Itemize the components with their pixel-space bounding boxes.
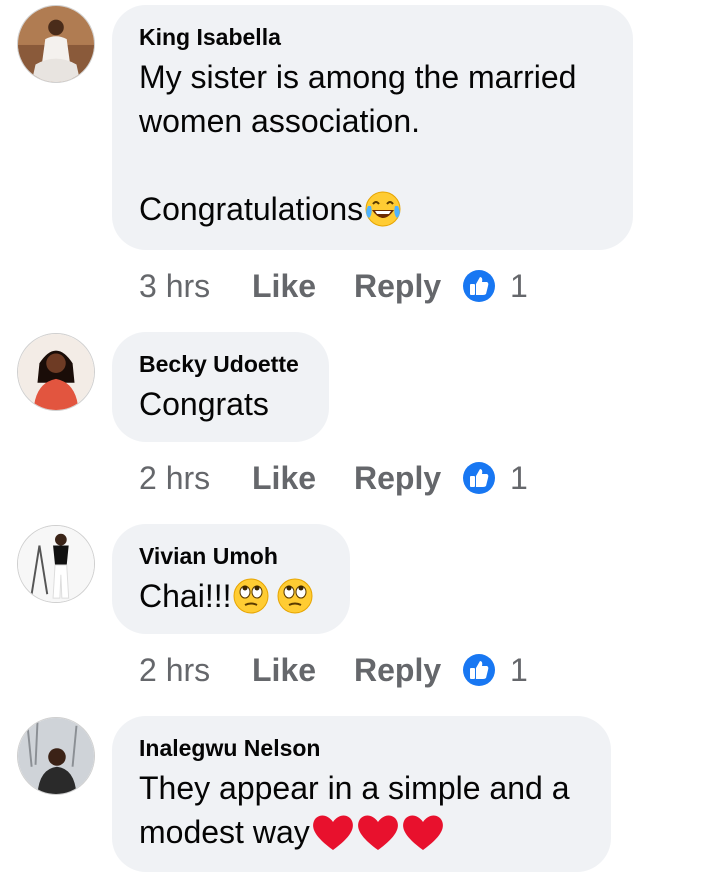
comment-bubble: Becky Udoette Congrats (112, 332, 329, 442)
comment-text: They appear in a simple and a modest way (139, 770, 570, 852)
timestamp[interactable]: 2 hrs (139, 652, 252, 689)
avatar-photo-icon (18, 334, 94, 410)
timestamp[interactable]: 3 hrs (139, 268, 252, 305)
comment-actions: 3 hrs Like Reply 1 (139, 266, 528, 306)
reaction-count: 1 (510, 459, 528, 496)
comment-bubble: Vivian Umoh Chai!!! (112, 524, 350, 634)
red-heart-emoji (401, 812, 445, 852)
thumbs-up-icon[interactable] (462, 653, 496, 687)
thumbs-up-icon[interactable] (462, 269, 496, 303)
thumbs-up-icon[interactable] (462, 461, 496, 495)
avatar-photo-icon (18, 718, 94, 794)
reply-button[interactable]: Reply (354, 268, 462, 305)
comment-author[interactable]: King Isabella (139, 23, 605, 51)
comment-text: Congrats (139, 386, 269, 422)
red-heart-emoji (311, 812, 355, 852)
reaction-count: 1 (510, 651, 528, 688)
like-button[interactable]: Like (252, 460, 354, 497)
reply-button[interactable]: Reply (354, 652, 462, 689)
comment-author[interactable]: Inalegwu Nelson (139, 734, 583, 762)
timestamp[interactable]: 2 hrs (139, 460, 252, 497)
reply-button[interactable]: Reply (354, 460, 462, 497)
avatar[interactable] (17, 525, 95, 603)
comment-author[interactable]: Becky Udoette (139, 350, 301, 378)
comment-bubble: King Isabella My sister is among the mar… (112, 5, 633, 250)
avatar[interactable] (17, 5, 95, 83)
face-with-tears-of-joy-emoji (364, 190, 402, 228)
red-heart-emoji (356, 812, 400, 852)
rolling-eyes-emoji (232, 577, 270, 615)
comment-actions: 2 hrs Like Reply 1 (139, 650, 528, 690)
avatar-photo-icon (18, 6, 94, 82)
comment-actions: 2 hrs Like Reply 1 (139, 458, 528, 498)
comment-text: My sister is among the married women ass… (139, 59, 577, 228)
comment-bubble: Inalegwu Nelson They appear in a simple … (112, 716, 611, 872)
comment-text: Chai!!! (139, 574, 322, 618)
avatar[interactable] (17, 717, 95, 795)
avatar-photo-icon (18, 526, 94, 602)
rolling-eyes-emoji (276, 577, 314, 615)
avatar[interactable] (17, 333, 95, 411)
like-button[interactable]: Like (252, 268, 354, 305)
reaction-count: 1 (510, 267, 528, 304)
like-button[interactable]: Like (252, 652, 354, 689)
comment-author[interactable]: Vivian Umoh (139, 542, 322, 570)
